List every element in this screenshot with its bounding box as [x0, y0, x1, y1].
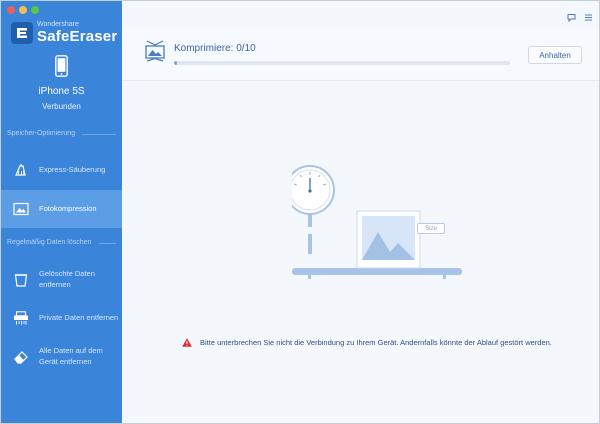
photo-icon — [13, 202, 29, 216]
sidebar-item-deleted-data[interactable]: Gelöschte Daten entfernen — [1, 263, 122, 297]
feedback-icon[interactable] — [567, 9, 576, 23]
section-divider — [99, 243, 116, 244]
sidebar-item-label: Private Daten entfernen — [39, 312, 119, 322]
photo-compress-icon — [145, 40, 165, 62]
sidebar-item-label: Gelöschte Daten entfernen — [39, 269, 95, 289]
compression-illustration: Size — [285, 164, 462, 286]
logo-icon — [11, 21, 33, 44]
eraser-icon — [14, 351, 28, 364]
menu-icon[interactable] — [584, 9, 593, 21]
section-label-erase: Regelmäßig Daten löschen — [7, 239, 92, 246]
brand-name: SafeEraser — [37, 28, 118, 45]
main-panel: Komprimiere: 0/10 Anhalten Size Bitte un… — [122, 1, 599, 423]
device-name: iPhone 5S — [38, 86, 85, 97]
sidebar-item-label: Express-Säuberung — [39, 164, 106, 174]
progress-bar-fill — [174, 61, 178, 65]
shredder-icon — [14, 311, 28, 325]
sidebar-item-label: Fotokompression — [39, 203, 97, 213]
sidebar: Wondershare SafeEraser iPhone 5S Verbund… — [1, 1, 122, 423]
trash-icon — [14, 274, 28, 287]
pause-button[interactable]: Anhalten — [528, 46, 582, 64]
warning-icon — [182, 338, 192, 347]
window-controls — [7, 6, 39, 14]
warning-text: Bitte unterbrechen Sie nicht die Verbind… — [200, 338, 552, 347]
device-status: Verbunden — [42, 102, 81, 111]
connection-warning: Bitte unterbrechen Sie nicht die Verbind… — [182, 338, 592, 347]
device-info: iPhone 5S Verbunden — [1, 55, 122, 111]
maximize-window-button[interactable] — [31, 6, 39, 14]
progress-panel: Komprimiere: 0/10 Anhalten — [122, 29, 599, 81]
progress-title: Komprimiere: 0/10 — [174, 43, 256, 54]
sidebar-item-private-data[interactable]: Private Daten entfernen — [1, 306, 122, 330]
app-logo: Wondershare SafeEraser — [11, 21, 117, 44]
progress-bar — [174, 61, 510, 65]
sidebar-item-erase-all[interactable]: Alle Daten auf dem Gerät entfernen — [1, 340, 122, 374]
minimize-window-button[interactable] — [19, 6, 27, 14]
app-window: Wondershare SafeEraser iPhone 5S Verbund… — [0, 0, 600, 424]
broom-icon — [15, 163, 26, 176]
size-label: Size — [417, 223, 445, 234]
sidebar-item-express-cleanup[interactable]: Express-Säuberung — [1, 154, 122, 186]
close-window-button[interactable] — [7, 6, 15, 14]
section-divider — [82, 134, 116, 135]
sidebar-item-label: Alle Daten auf dem Gerät entfernen — [39, 346, 103, 366]
brand-vendor: Wondershare — [37, 21, 79, 28]
sidebar-item-photo-compression[interactable]: Fotokompression — [1, 190, 122, 228]
title-bar-icons — [567, 9, 593, 23]
section-label-storage: Speicher-Optimierung — [7, 130, 76, 137]
phone-icon — [55, 55, 68, 77]
